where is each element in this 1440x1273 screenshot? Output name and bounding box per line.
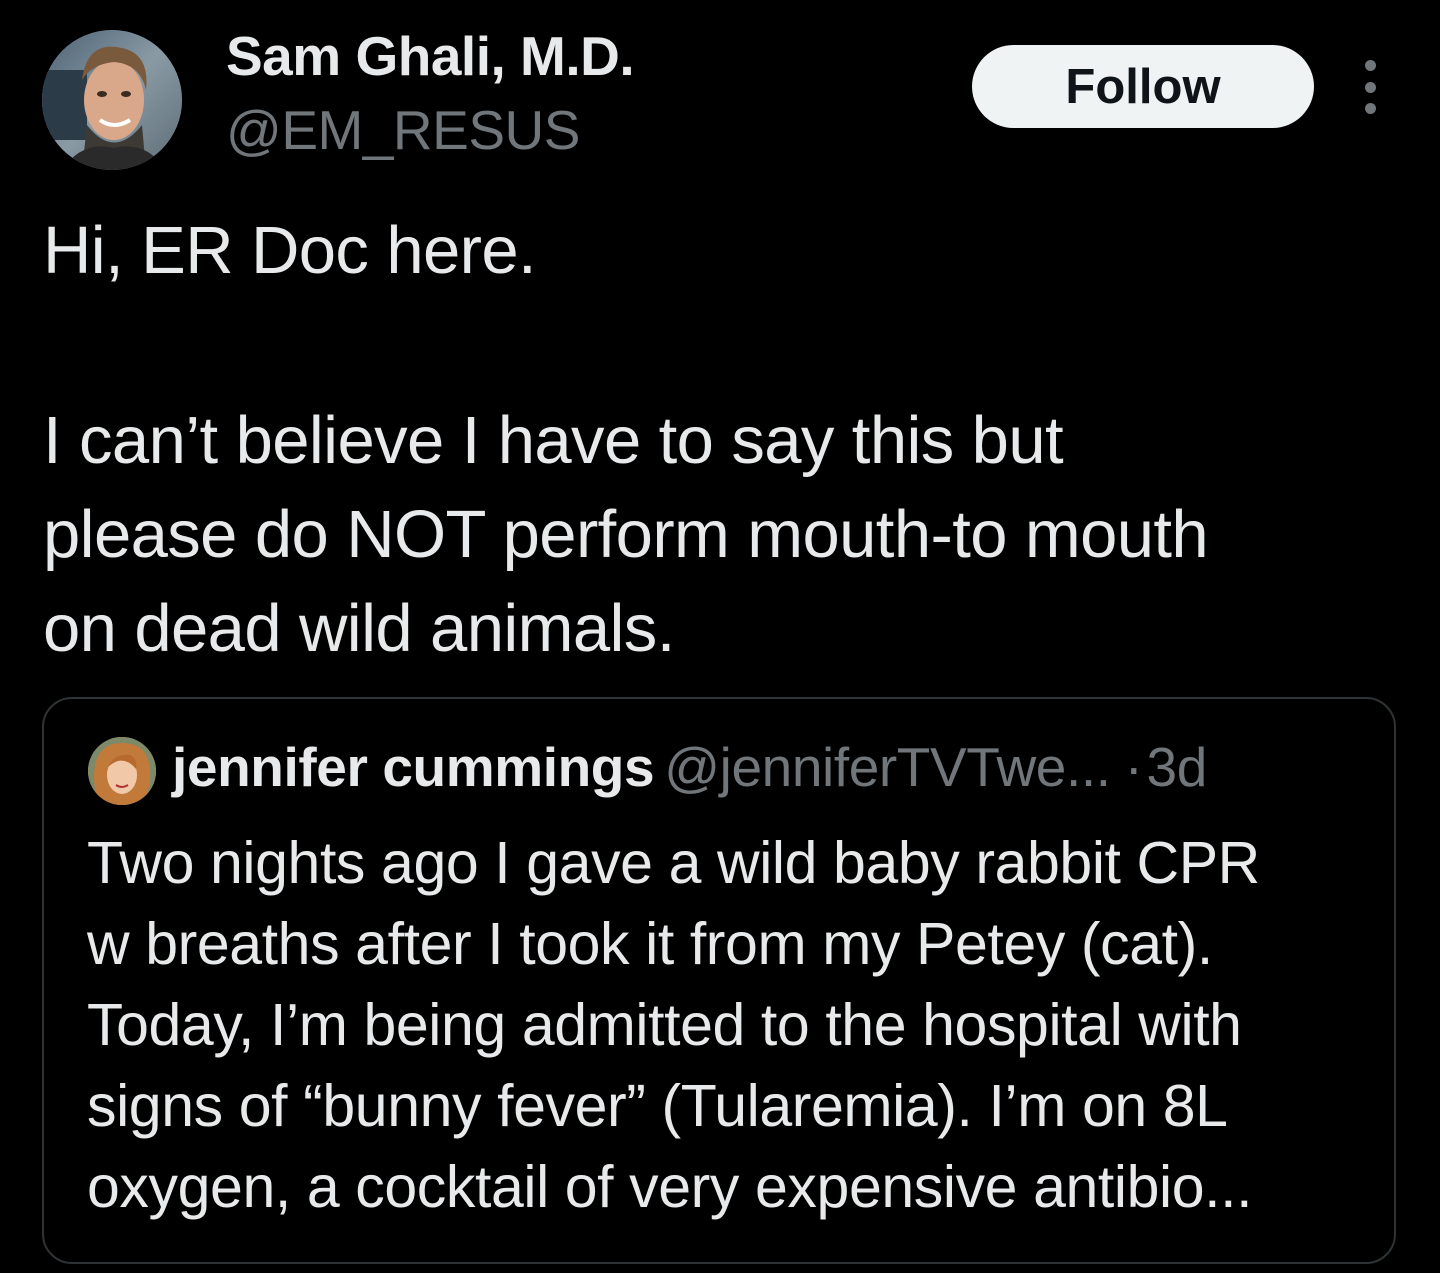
quote-text-line: w breaths after I took it from my Petey …	[87, 911, 1213, 977]
more-dot	[1364, 103, 1376, 114]
quote-author-handle[interactable]: @jenniferTVTwe...	[664, 736, 1111, 798]
more-dot	[1364, 60, 1376, 71]
follow-button[interactable]: Follow	[972, 45, 1314, 128]
quote-text-line: oxygen, a cocktail of very expensive ant…	[87, 1154, 1253, 1220]
author-name[interactable]: Sam Ghali, M.D.	[226, 24, 635, 88]
quote-separator: ·	[1124, 736, 1143, 798]
author-avatar-image	[42, 30, 182, 170]
tweet-card: Sam Ghali, M.D. @EM_RESUS Follow Hi, ER …	[0, 0, 1440, 1273]
author-handle[interactable]: @EM_RESUS	[226, 98, 580, 162]
quote-text-line: Two nights ago I gave a wild baby rabbit…	[87, 830, 1260, 896]
quote-text-line: signs of “bunny fever” (Tularemia). I’m …	[87, 1073, 1228, 1139]
quote-avatar-image	[88, 737, 156, 805]
author-avatar[interactable]	[42, 30, 182, 170]
quote-author-avatar[interactable]	[88, 737, 156, 805]
quote-header: jennifer cummings @jenniferTVTwe... ·3d	[172, 735, 1207, 799]
tweet-text-line: please do NOT perform mouth-to mouth	[43, 497, 1209, 572]
more-options-icon[interactable]	[1350, 60, 1390, 114]
tweet-text-line: Hi, ER Doc here.	[43, 213, 537, 288]
quote-timestamp[interactable]: 3d	[1147, 736, 1208, 798]
quote-author-name[interactable]: jennifer cummings	[172, 736, 655, 798]
quote-text-line: Today, I’m being admitted to the hospita…	[87, 992, 1242, 1058]
more-dot	[1364, 81, 1376, 93]
tweet-text-line: on dead wild animals.	[43, 591, 675, 666]
quoted-tweet[interactable]: jennifer cummings @jenniferTVTwe... ·3d Tw…	[42, 697, 1396, 1264]
tweet-text-line: I can’t believe I have to say this but	[43, 403, 1064, 478]
